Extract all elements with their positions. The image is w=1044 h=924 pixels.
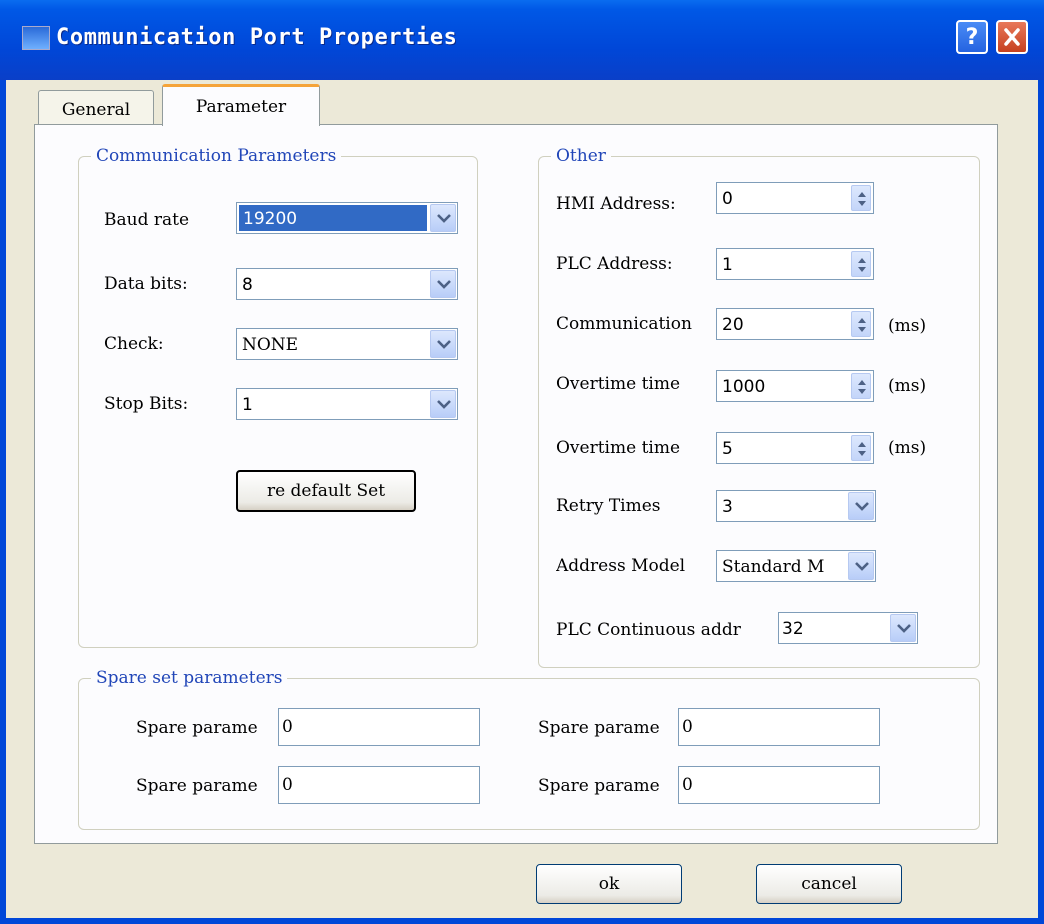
- window-frame-right: [1038, 80, 1044, 924]
- retry-times-label: Retry Times: [556, 496, 661, 516]
- spin-arrows-icon: [858, 442, 866, 456]
- retry-times-value: 3: [722, 497, 733, 517]
- plc-address-spin-buttons[interactable]: [851, 251, 871, 277]
- overtime-time-label: Overtime time: [556, 374, 681, 394]
- hmi-address-spinner[interactable]: 0: [716, 182, 874, 214]
- tab-parameter[interactable]: Parameter: [162, 84, 320, 126]
- ok-button[interactable]: ok: [536, 864, 682, 904]
- close-button[interactable]: [996, 20, 1028, 54]
- spin-arrows-icon: [858, 258, 866, 272]
- communication-unit: (ms): [888, 316, 927, 336]
- spare-parameter-2-value: 0: [682, 717, 693, 737]
- plc-address-value: 1: [722, 255, 733, 275]
- spare-parameter-3-label: Spare parame: [136, 776, 258, 796]
- stop-bits-select[interactable]: 1: [236, 388, 458, 420]
- plc-continuous-address-value: 32: [782, 619, 804, 639]
- baud-rate-value: 19200: [239, 205, 427, 231]
- overtime-time-spinner[interactable]: 1000: [716, 370, 874, 402]
- close-icon: [1004, 28, 1020, 46]
- communication-spin-buttons[interactable]: [851, 311, 871, 337]
- spare-parameter-4-label: Spare parame: [538, 776, 660, 796]
- spare-parameter-4-value: 0: [682, 775, 693, 795]
- overtime-time-2-value: 5: [722, 439, 733, 459]
- data-bits-label: Data bits:: [104, 274, 188, 294]
- check-dropdown-button[interactable]: [430, 330, 456, 358]
- address-model-select[interactable]: Standard M: [716, 550, 876, 582]
- chevron-down-icon: [855, 502, 869, 511]
- restore-default-settings-button[interactable]: re default Set: [236, 470, 416, 512]
- spare-parameter-3-input[interactable]: 0: [278, 766, 480, 804]
- retry-times-dropdown-button[interactable]: [848, 492, 874, 520]
- tab-general[interactable]: General: [38, 90, 154, 128]
- overtime-time-2-spinner[interactable]: 5: [716, 432, 874, 464]
- window-icon: [22, 26, 50, 50]
- plc-continuous-address-select[interactable]: 32: [778, 612, 918, 644]
- check-select[interactable]: NONE: [236, 328, 458, 360]
- help-button[interactable]: ?: [956, 20, 988, 54]
- spare-parameter-1-input[interactable]: 0: [278, 708, 480, 746]
- spare-parameter-3-value: 0: [282, 775, 293, 795]
- chevron-down-icon: [855, 562, 869, 571]
- hmi-address-spin-buttons[interactable]: [851, 185, 871, 211]
- communication-value: 20: [722, 315, 744, 335]
- retry-times-select[interactable]: 3: [716, 490, 876, 522]
- stop-bits-value: 1: [242, 395, 253, 415]
- spare-parameter-1-value: 0: [282, 717, 293, 737]
- plc-continuous-address-dropdown-button[interactable]: [890, 614, 916, 642]
- baud-rate-dropdown-button[interactable]: [430, 204, 456, 232]
- data-bits-value: 8: [242, 275, 253, 295]
- spin-arrows-icon: [858, 192, 866, 206]
- overtime-time-spin-buttons[interactable]: [851, 373, 871, 399]
- overtime-time-2-spin-buttons[interactable]: [851, 435, 871, 461]
- communication-parameters-legend: Communication Parameters: [96, 146, 337, 166]
- cancel-button[interactable]: cancel: [756, 864, 902, 904]
- overtime-time-value: 1000: [722, 377, 766, 397]
- overtime-time-2-unit: (ms): [888, 438, 927, 458]
- address-model-value: Standard M: [722, 557, 825, 577]
- spare-set-parameters-legend: Spare set parameters: [96, 668, 283, 688]
- communication-label: Communication: [556, 314, 692, 334]
- chevron-down-icon: [437, 214, 451, 223]
- other-group: Other: [538, 146, 980, 668]
- plc-address-spinner[interactable]: 1: [716, 248, 874, 280]
- baud-rate-label: Baud rate: [104, 210, 190, 230]
- spare-parameter-2-input[interactable]: 0: [678, 708, 880, 746]
- address-model-dropdown-button[interactable]: [848, 552, 874, 580]
- window-frame-bottom: [0, 918, 1044, 924]
- baud-rate-select[interactable]: 19200: [236, 202, 458, 234]
- communication-spinner[interactable]: 20: [716, 308, 874, 340]
- plc-continuous-address-label: PLC Continuous addr: [556, 620, 741, 640]
- stop-bits-label: Stop Bits:: [104, 394, 189, 414]
- spin-arrows-icon: [858, 318, 866, 332]
- window-title: Communication Port Properties: [56, 25, 458, 50]
- chevron-down-icon: [437, 280, 451, 289]
- chevron-down-icon: [897, 624, 911, 633]
- stop-bits-dropdown-button[interactable]: [430, 390, 456, 418]
- data-bits-dropdown-button[interactable]: [430, 270, 456, 298]
- spare-parameter-1-label: Spare parame: [136, 718, 258, 738]
- data-bits-select[interactable]: 8: [236, 268, 458, 300]
- overtime-time-unit: (ms): [888, 376, 927, 396]
- spare-parameter-4-input[interactable]: 0: [678, 766, 880, 804]
- spin-arrows-icon: [858, 380, 866, 394]
- other-legend: Other: [556, 146, 606, 166]
- hmi-address-label: HMI Address:: [556, 194, 676, 214]
- chevron-down-icon: [437, 400, 451, 409]
- check-value: NONE: [242, 335, 299, 355]
- spare-parameter-2-label: Spare parame: [538, 718, 660, 738]
- spare-set-parameters-group: Spare set parameters: [78, 668, 980, 830]
- hmi-address-value: 0: [722, 189, 733, 209]
- plc-address-label: PLC Address:: [556, 254, 673, 274]
- check-label: Check:: [104, 334, 164, 354]
- overtime-time-2-label: Overtime time: [556, 438, 681, 458]
- address-model-label: Address Model: [556, 556, 686, 576]
- chevron-down-icon: [437, 340, 451, 349]
